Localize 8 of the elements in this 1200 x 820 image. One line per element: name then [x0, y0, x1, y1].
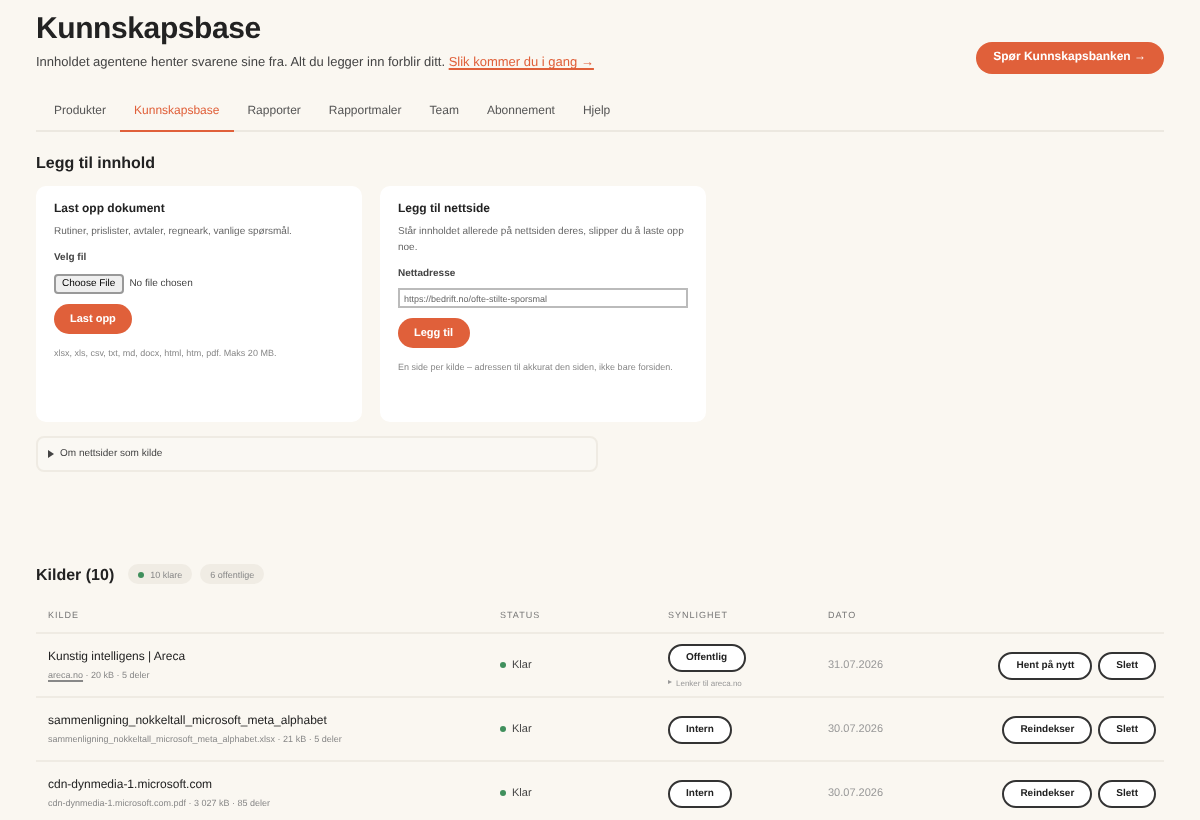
disclosure-triangle-icon[interactable] — [48, 450, 54, 458]
page-title: Kunnskapsbase — [36, 12, 263, 46]
status-dot — [138, 571, 145, 577]
status-dot — [500, 662, 506, 668]
status-dot — [500, 790, 506, 796]
section-heading: Legg til innhold — [36, 154, 158, 172]
sources-heading: Kilder (10) — [36, 565, 115, 583]
status-dot — [500, 726, 506, 732]
